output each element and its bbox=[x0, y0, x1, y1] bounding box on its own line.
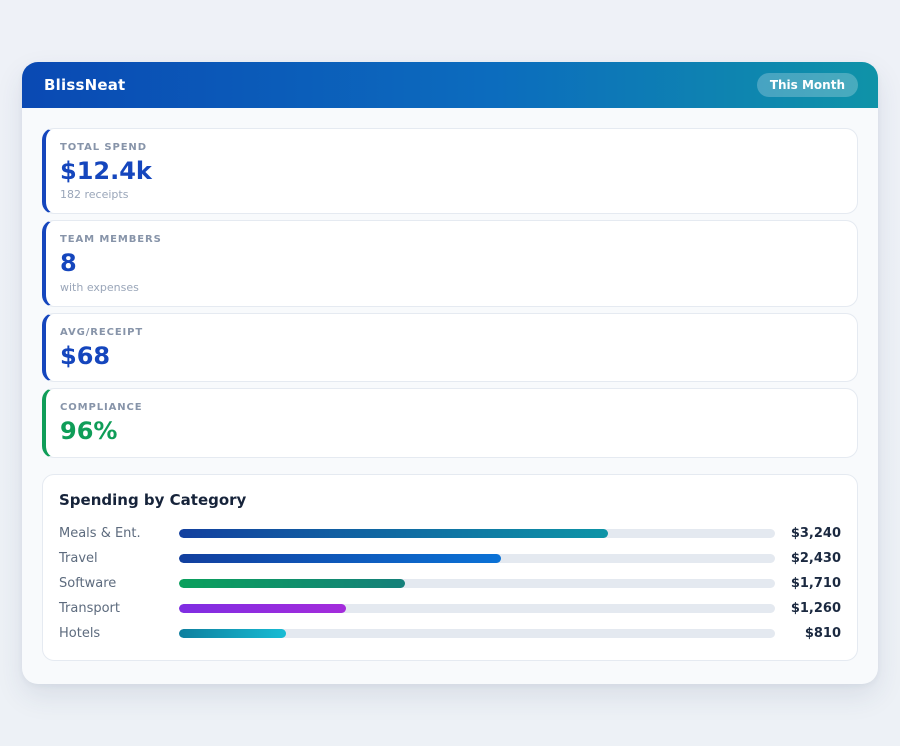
chart-rows: Meals & Ent. $3,240 Travel $2,430 Software $1… bbox=[59, 521, 841, 646]
bar-track bbox=[179, 529, 775, 538]
bar-track bbox=[179, 629, 775, 638]
bar-fill bbox=[179, 579, 405, 588]
stat-value: $12.4k bbox=[60, 158, 841, 184]
chart-title: Spending by Category bbox=[59, 491, 841, 509]
chart-row-hotels: Hotels $810 bbox=[59, 621, 841, 646]
chart-row-meals-ent-: Meals & Ent. $3,240 bbox=[59, 521, 841, 546]
category-label: Travel bbox=[59, 551, 179, 566]
app-header: BlissNeat This Month bbox=[22, 62, 878, 108]
bar-value-label: $810 bbox=[775, 626, 841, 641]
bar-track bbox=[179, 604, 775, 613]
stat-value: 96% bbox=[60, 418, 841, 444]
chart-row-travel: Travel $2,430 bbox=[59, 546, 841, 571]
bar-value-label: $2,430 bbox=[775, 551, 841, 566]
stat-subtext: with expenses bbox=[60, 281, 841, 294]
app-title: BlissNeat bbox=[44, 76, 125, 94]
bar-fill bbox=[179, 604, 346, 613]
chart-row-software: Software $1,710 bbox=[59, 571, 841, 596]
stats-list: TOTAL SPEND $12.4k 182 receipts TEAM MEMBER… bbox=[42, 128, 858, 458]
bar-fill bbox=[179, 529, 608, 538]
stat-label: TEAM MEMBERS bbox=[60, 234, 841, 245]
stat-card-compliance: COMPLIANCE 96% bbox=[42, 388, 858, 457]
chart-row-transport: Transport $1,260 bbox=[59, 596, 841, 621]
bar-value-label: $1,260 bbox=[775, 601, 841, 616]
stat-card-total-spend: TOTAL SPEND $12.4k 182 receipts bbox=[42, 128, 858, 214]
category-label: Hotels bbox=[59, 626, 179, 641]
category-label: Transport bbox=[59, 601, 179, 616]
stat-value: 8 bbox=[60, 250, 841, 276]
category-label: Software bbox=[59, 576, 179, 591]
stat-label: COMPLIANCE bbox=[60, 402, 841, 413]
stat-card-avg-receipt: AVG/RECEIPT $68 bbox=[42, 313, 858, 382]
period-badge[interactable]: This Month bbox=[757, 73, 858, 97]
dashboard-card: BlissNeat This Month TOTAL SPEND $12.4k 18… bbox=[22, 62, 878, 684]
category-label: Meals & Ent. bbox=[59, 526, 179, 541]
stat-value: $68 bbox=[60, 343, 841, 369]
spending-chart-card: Spending by Category Meals & Ent. $3,240 T… bbox=[42, 474, 858, 661]
bar-track bbox=[179, 554, 775, 563]
bar-value-label: $3,240 bbox=[775, 526, 841, 541]
stat-subtext: 182 receipts bbox=[60, 188, 841, 201]
stat-label: AVG/RECEIPT bbox=[60, 327, 841, 338]
bar-track bbox=[179, 579, 775, 588]
stat-label: TOTAL SPEND bbox=[60, 142, 841, 153]
bar-fill bbox=[179, 629, 286, 638]
stat-card-team-members: TEAM MEMBERS 8 with expenses bbox=[42, 220, 858, 306]
bar-value-label: $1,710 bbox=[775, 576, 841, 591]
bar-fill bbox=[179, 554, 501, 563]
dashboard-content: TOTAL SPEND $12.4k 182 receipts TEAM MEMBER… bbox=[22, 108, 878, 679]
